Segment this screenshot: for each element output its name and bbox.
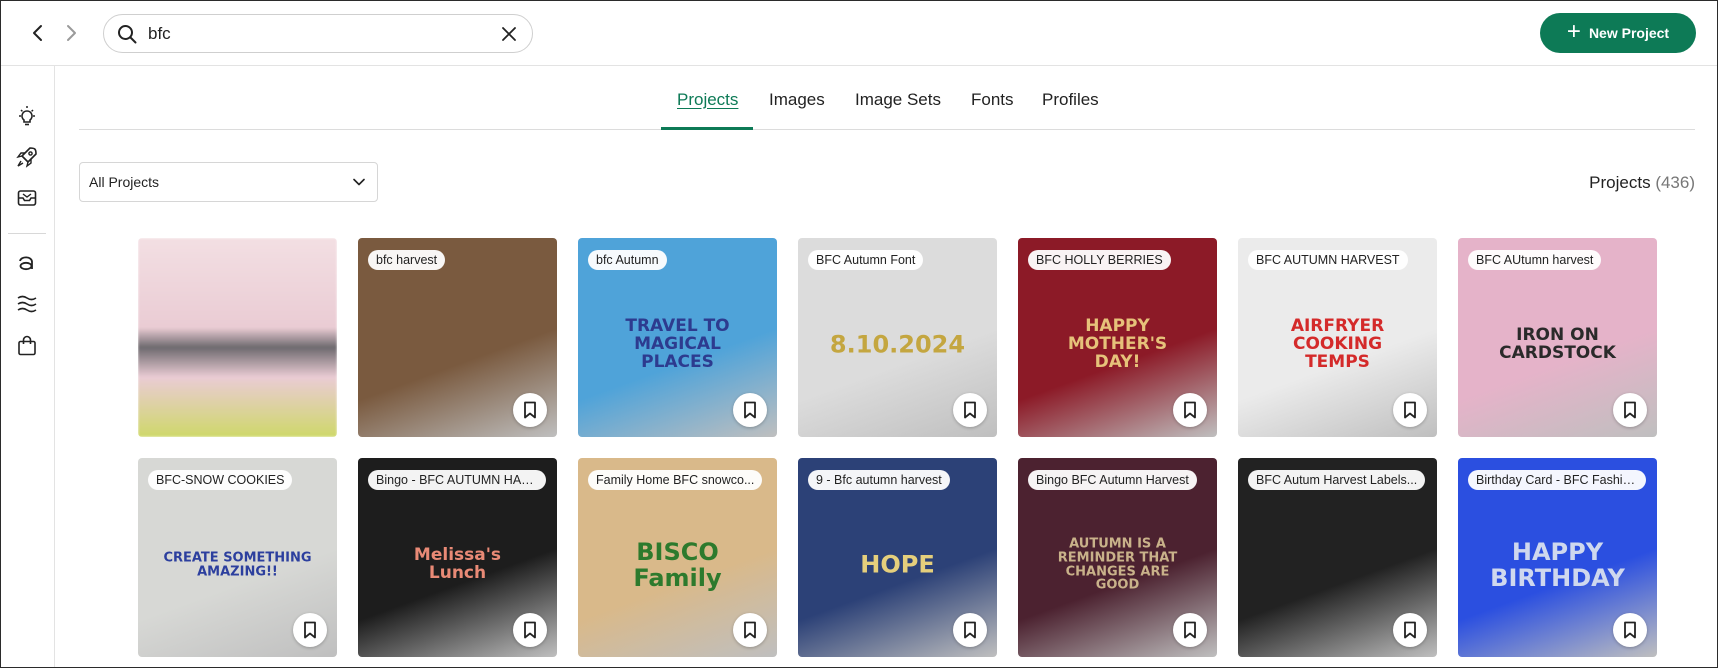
project-thumbnail [138,238,337,437]
rocket-icon[interactable] [15,145,39,169]
new-project-label: New Project [1588,25,1670,41]
search-input[interactable] [148,23,478,44]
project-title-chip: bfc harvest [368,250,446,270]
project-artwork-text: CREATE SOMETHING AMAZING!! [163,550,312,580]
filter-selected-value: All Projects [89,174,160,190]
inbox-icon[interactable] [15,186,39,210]
app-window: + New Project Projects Images Image Sets… [0,0,1718,668]
project-title-chip: BFC AUtumn harvest [1468,250,1602,270]
project-title-chip: Bingo BFC Autumn Harvest [1028,470,1197,490]
project-card[interactable] [138,238,337,437]
rail-divider [8,233,46,234]
clear-search-icon[interactable] [498,23,520,45]
lightbulb-icon[interactable] [15,104,39,128]
project-title-chip: 9 - Bfc autumn harvest [808,470,950,490]
project-title-chip: BFC AUTUMN HARVEST [1248,250,1408,270]
project-card[interactable]: HAPPY BIRTHDAY Birthday Card - BFC Fashio… [1458,458,1657,657]
bookmark-icon[interactable] [733,613,767,647]
bookmark-icon[interactable] [733,393,767,427]
project-title-chip: bfc Autumn [588,250,667,270]
project-card[interactable]: TRAVEL TO MAGICAL PLACES bfc Autumn [578,238,777,437]
projects-count: Projects (436) [1589,173,1695,193]
project-artwork-text: TRAVEL TO MAGICAL PLACES [625,316,730,373]
project-artwork-text: HOPE [860,550,935,579]
project-title-chip: Birthday Card - BFC Fashio... [1468,470,1646,490]
top-bar: + New Project [1,1,1717,66]
bookmark-icon[interactable] [1393,613,1427,647]
new-project-button[interactable]: + New Project [1540,13,1696,53]
back-arrow-icon[interactable] [24,19,52,47]
project-artwork-text: HAPPY MOTHER'S DAY! [1067,316,1168,373]
result-type-tabs: Projects Images Image Sets Fonts Profile… [79,66,1695,130]
project-title-chip: BFC-SNOW COOKIES [148,470,293,490]
shopping-bag-icon[interactable] [15,334,39,358]
forward-arrow-icon[interactable] [57,19,85,47]
project-card[interactable]: CREATE SOMETHING AMAZING!! BFC-SNOW COOKI… [138,458,337,657]
left-rail [1,66,55,667]
text-font-icon[interactable] [15,251,39,275]
project-card[interactable]: IRON ON CARDSTOCK BFC AUtumn harvest [1458,238,1657,437]
tab-profiles[interactable]: Profiles [1042,90,1099,110]
bookmark-icon[interactable] [1173,393,1207,427]
project-title-chip: Bingo - BFC AUTUMN HAR... [368,470,546,490]
project-card[interactable]: 8.10.2024 BFC Autumn Font [798,238,997,437]
project-card[interactable]: BISCO Family Family Home BFC snowco... [578,458,777,657]
projects-count-value: (436) [1655,173,1695,192]
project-card[interactable]: AIRFRYER COOKING TEMPS BFC AUTUMN HARVEST [1238,238,1437,437]
project-card[interactable]: AUTUMN IS A REMINDER THAT CHANGES ARE GO… [1018,458,1217,657]
active-tab-indicator [661,127,753,130]
tab-projects[interactable]: Projects [677,90,738,110]
project-artwork-text: AUTUMN IS A REMINDER THAT CHANGES ARE GO… [1057,537,1178,594]
tab-fonts[interactable]: Fonts [971,90,1014,110]
chevron-down-icon [351,174,367,190]
bookmark-icon[interactable] [513,613,547,647]
bookmark-icon[interactable] [953,613,987,647]
bookmark-icon[interactable] [1173,613,1207,647]
project-title-chip: BFC Autumn Font [808,250,924,270]
project-artwork-text: 8.10.2024 [829,330,966,359]
project-artwork-text: BISCO Family [633,538,722,592]
project-card[interactable]: HOPE 9 - Bfc autumn harvest [798,458,997,657]
project-card[interactable]: BFC Autum Harvest Labels... [1238,458,1437,657]
bookmark-icon[interactable] [953,393,987,427]
project-card[interactable]: Melissa's Lunch Bingo - BFC AUTUMN HAR... [358,458,557,657]
projects-count-label: Projects [1589,173,1651,192]
tab-image-sets[interactable]: Image Sets [855,90,941,110]
project-title-chip: BFC HOLLY BERRIES [1028,250,1171,270]
search-bar[interactable] [103,14,533,53]
project-card[interactable]: HAPPY MOTHER'S DAY! BFC HOLLY BERRIES [1018,238,1217,437]
project-filter-dropdown[interactable]: All Projects [79,162,378,202]
plus-icon: + [1566,18,1581,45]
project-artwork-text: HAPPY BIRTHDAY [1490,538,1625,592]
bookmark-icon[interactable] [513,393,547,427]
project-card[interactable]: bfc harvest [358,238,557,437]
search-icon [116,23,138,45]
bookmark-icon[interactable] [1613,613,1647,647]
project-title-chip: BFC Autum Harvest Labels... [1248,470,1426,490]
tab-images[interactable]: Images [769,90,825,110]
bookmark-icon[interactable] [1393,393,1427,427]
project-artwork-text: IRON ON CARDSTOCK [1499,325,1616,364]
project-artwork-text: Melissa's Lunch [413,545,502,584]
wave-pattern-icon[interactable] [15,292,39,316]
bookmark-icon[interactable] [1613,393,1647,427]
project-title-chip: Family Home BFC snowco... [588,470,763,490]
project-artwork-text: AIRFRYER COOKING TEMPS [1290,316,1385,373]
bookmark-icon[interactable] [293,613,327,647]
